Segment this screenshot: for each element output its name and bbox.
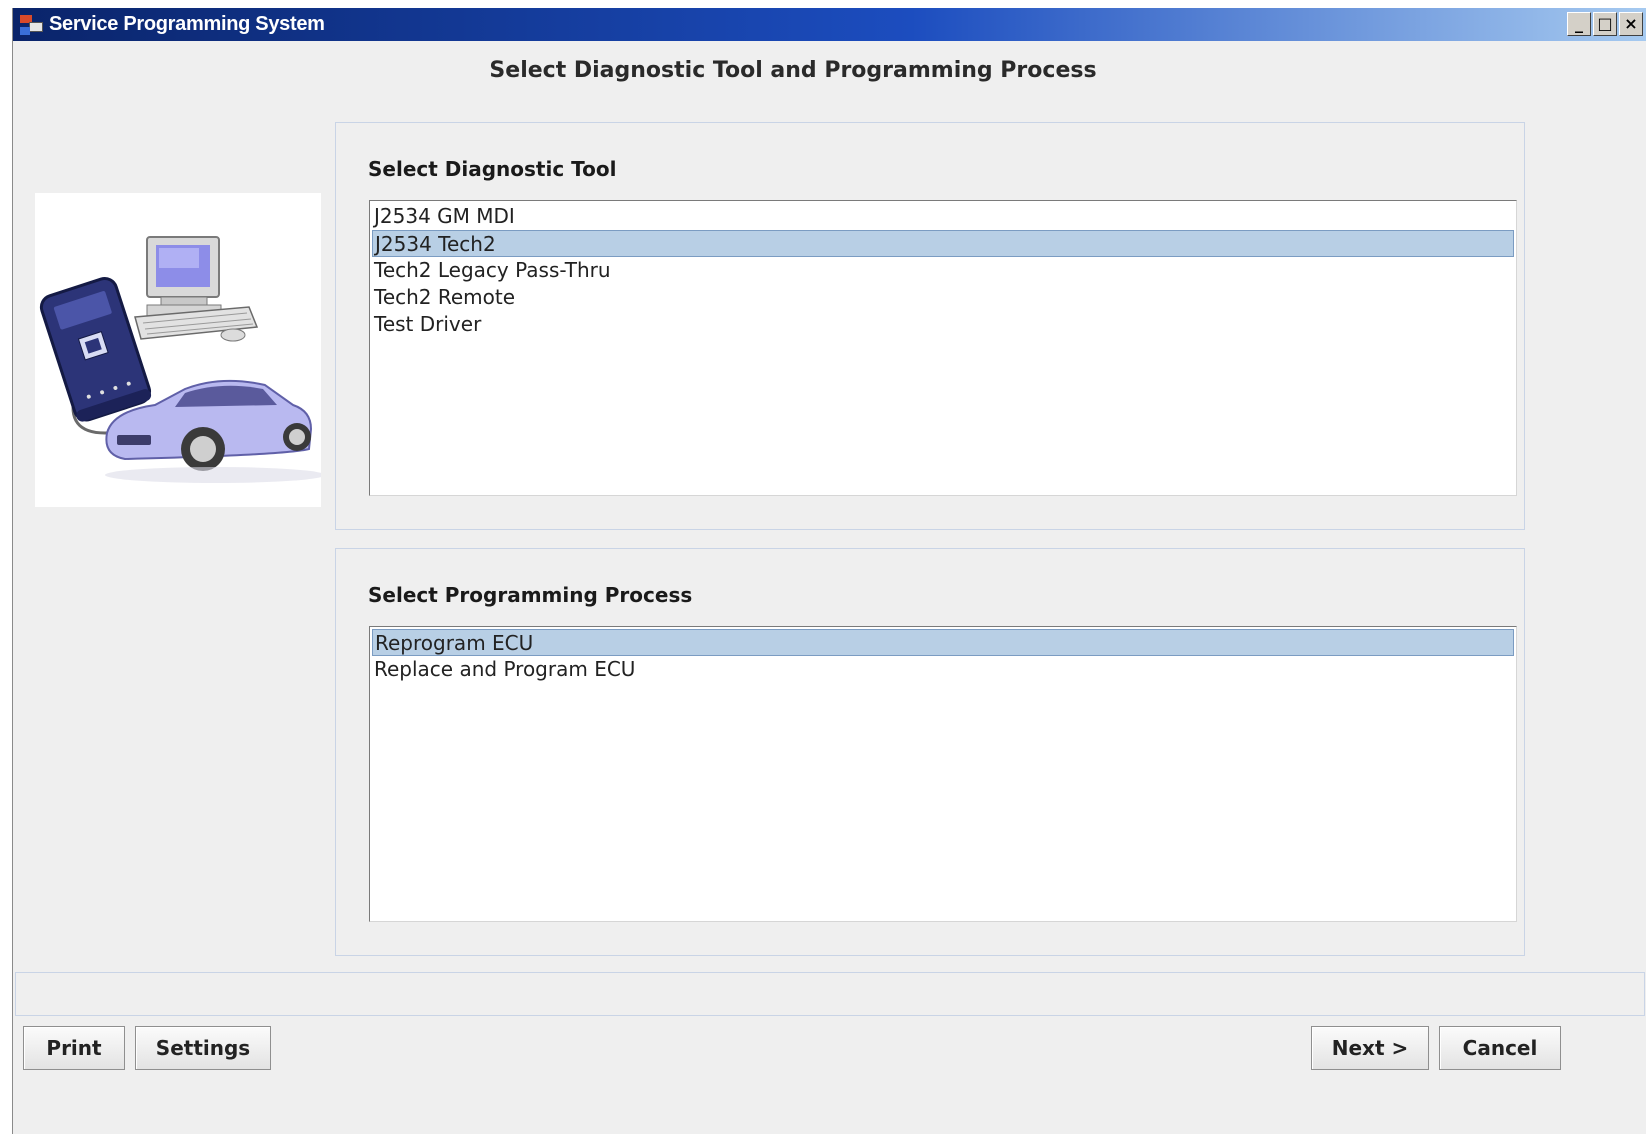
close-button[interactable]: × (1619, 12, 1643, 36)
programming-process-panel: Select Programming Process Reprogram ECU… (335, 548, 1525, 956)
diagnostic-tool-panel: Select Diagnostic Tool J2534 GM MDI J253… (335, 122, 1525, 530)
page-title: Select Diagnostic Tool and Programming P… (489, 58, 1097, 83)
title-bar[interactable]: Service Programming System _ □ × (13, 8, 1646, 41)
window-title: Service Programming System (49, 13, 325, 35)
next-button[interactable]: Next > (1311, 1026, 1429, 1070)
list-item-replace-and-program-ecu[interactable]: Replace and Program ECU (372, 656, 1514, 683)
status-bar (15, 972, 1645, 1016)
main-window: Service Programming System _ □ × Select … (12, 8, 1646, 1134)
diagnostic-tool-list[interactable]: J2534 GM MDI J2534 Tech2 Tech2 Legacy Pa… (369, 200, 1517, 496)
list-item-j2534-gm-mdi[interactable]: J2534 GM MDI (372, 203, 1514, 230)
app-icon (17, 12, 45, 38)
tool-illustration (35, 193, 325, 507)
settings-button[interactable]: Settings (135, 1026, 271, 1070)
minimize-button[interactable]: _ (1567, 12, 1591, 36)
cancel-button[interactable]: Cancel (1439, 1026, 1561, 1070)
list-item-tech2-remote[interactable]: Tech2 Remote (372, 284, 1514, 311)
list-item-tech2-legacy-pass-thru[interactable]: Tech2 Legacy Pass-Thru (372, 257, 1514, 284)
diagnostic-tool-label: Select Diagnostic Tool (368, 157, 617, 181)
window-controls: _ □ × (1567, 12, 1643, 36)
maximize-button[interactable]: □ (1593, 12, 1617, 36)
programming-process-label: Select Programming Process (368, 583, 693, 607)
programming-process-list[interactable]: Reprogram ECU Replace and Program ECU (369, 626, 1517, 922)
list-item-test-driver[interactable]: Test Driver (372, 311, 1514, 338)
print-button[interactable]: Print (23, 1026, 125, 1070)
list-item-reprogram-ecu[interactable]: Reprogram ECU (372, 629, 1514, 656)
diagnostic-setup-icon (39, 236, 325, 483)
list-item-j2534-tech2[interactable]: J2534 Tech2 (372, 230, 1514, 257)
